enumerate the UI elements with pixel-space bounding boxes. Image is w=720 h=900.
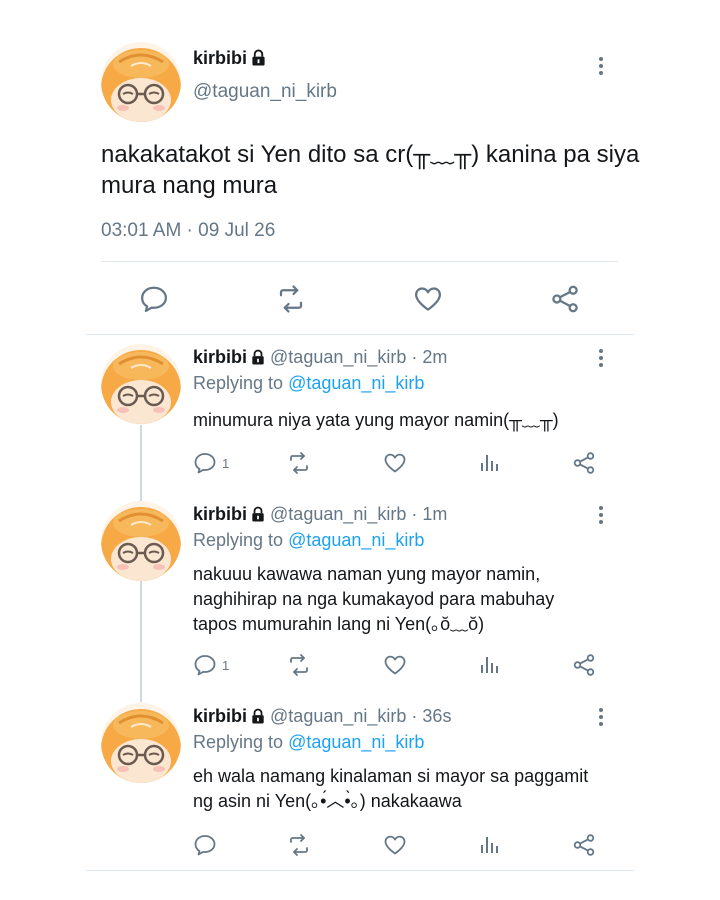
avatar[interactable] <box>101 703 181 783</box>
lock-icon <box>251 349 265 370</box>
replying-to: Replying to @taguan_ni_kirb <box>193 373 424 394</box>
relative-time: · 36s <box>411 706 452 726</box>
reply-count: 1 <box>222 658 230 673</box>
display-name[interactable]: kirbibi <box>193 504 247 524</box>
replying-to: Replying to @taguan_ni_kirb <box>193 530 424 551</box>
share-icon[interactable] <box>572 833 596 862</box>
timestamp[interactable]: 03:01 AM · 09 Jul 26 <box>101 220 275 242</box>
author-line: kirbibi <box>193 48 266 71</box>
retweet-icon[interactable] <box>287 833 311 862</box>
handle[interactable]: @taguan_ni_kirb <box>270 504 406 524</box>
reply-count: 1 <box>222 456 230 471</box>
more-icon[interactable] <box>597 708 605 726</box>
reply-header: kirbibi @taguan_ni_kirb · 36s <box>193 706 451 729</box>
more-icon[interactable] <box>597 506 605 524</box>
mention-link[interactable]: @taguan_ni_kirb <box>288 373 424 393</box>
display-name[interactable]: kirbibi <box>193 347 247 367</box>
share-icon[interactable] <box>550 284 580 319</box>
like-icon[interactable] <box>413 284 443 319</box>
lock-icon <box>251 506 265 527</box>
reply-text: nakuuu kawawa naman yung mayor namin, na… <box>193 564 555 634</box>
replying-to: Replying to @taguan_ni_kirb <box>193 732 424 753</box>
lock-icon <box>251 708 265 729</box>
more-icon[interactable] <box>597 349 605 367</box>
mention-link[interactable]: @taguan_ni_kirb <box>288 732 424 752</box>
mention-link[interactable]: @taguan_ni_kirb <box>288 530 424 550</box>
handle[interactable]: @taguan_ni_kirb <box>193 81 337 103</box>
display-name[interactable]: kirbibi <box>193 48 247 68</box>
relative-time: · 2m <box>411 347 448 367</box>
replying-prefix: Replying to <box>193 732 284 752</box>
relative-time: · 1m <box>411 504 448 524</box>
reply-text: minumura niya yata yung mayor namin(╥﹏╥) <box>193 410 559 430</box>
reply-header: kirbibi @taguan_ni_kirb · 1m <box>193 504 447 527</box>
avatar[interactable] <box>101 42 181 122</box>
retweet-icon[interactable] <box>287 451 311 480</box>
retweet-icon[interactable] <box>287 653 311 682</box>
share-icon[interactable] <box>572 653 596 682</box>
divider <box>86 334 634 335</box>
reply-icon[interactable] <box>193 833 217 862</box>
tweet-text: nakakatakot si Yen dito sa cr(╥﹏╥) kanin… <box>101 141 640 199</box>
replying-prefix: Replying to <box>193 530 284 550</box>
analytics-icon[interactable] <box>478 451 502 480</box>
share-icon[interactable] <box>572 451 596 480</box>
like-icon[interactable] <box>383 653 407 682</box>
avatar[interactable] <box>101 501 181 581</box>
handle[interactable]: @taguan_ni_kirb <box>270 347 406 367</box>
like-icon[interactable] <box>383 833 407 862</box>
analytics-icon[interactable] <box>478 653 502 682</box>
reply-icon[interactable] <box>139 284 169 319</box>
retweet-icon[interactable] <box>276 284 306 319</box>
divider <box>101 261 618 262</box>
handle[interactable]: @taguan_ni_kirb <box>270 706 406 726</box>
divider <box>86 870 634 871</box>
analytics-icon[interactable] <box>478 833 502 862</box>
like-icon[interactable] <box>383 451 407 480</box>
lock-icon <box>251 49 266 71</box>
reply-header: kirbibi @taguan_ni_kirb · 2m <box>193 347 447 370</box>
avatar[interactable] <box>101 344 181 424</box>
reply-icon[interactable] <box>193 451 217 480</box>
more-icon[interactable] <box>597 57 605 75</box>
replying-prefix: Replying to <box>193 373 284 393</box>
reply-icon[interactable] <box>193 653 217 682</box>
reply-text: eh wala namang kinalaman si mayor sa pag… <box>193 766 589 811</box>
display-name[interactable]: kirbibi <box>193 706 247 726</box>
